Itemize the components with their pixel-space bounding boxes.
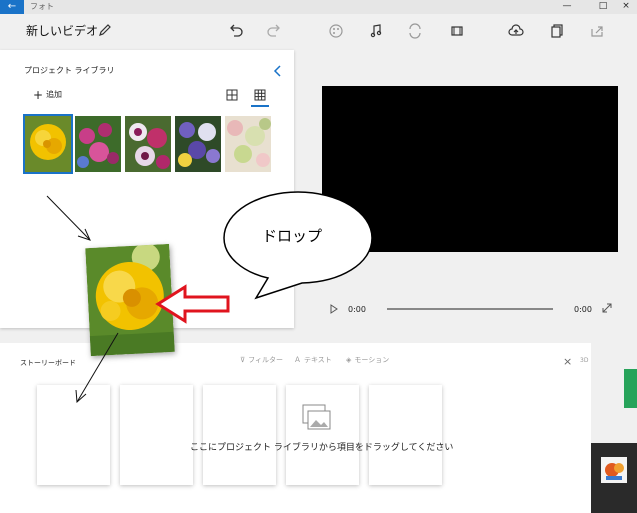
library-thumbnail[interactable] [225, 116, 271, 172]
redo-icon[interactable] [266, 23, 282, 39]
play-icon[interactable] [330, 304, 338, 314]
3d-effects-label[interactable]: 3D [580, 357, 588, 364]
violet-flowers-image [175, 116, 221, 172]
expand-icon[interactable] [602, 303, 612, 313]
sync-icon[interactable] [407, 23, 423, 39]
chevron-left-icon[interactable] [272, 64, 284, 78]
seek-bar[interactable] [387, 308, 553, 310]
library-thumbnail[interactable] [75, 116, 121, 172]
video-title: 新しいビデオ [26, 24, 99, 38]
image-placeholder-icon [302, 404, 331, 430]
back-arrow-icon: ← [7, 1, 17, 12]
yellow-flower-image [85, 243, 175, 357]
text-label: テキスト [304, 356, 332, 364]
text-button[interactable]: Ａ テキスト [294, 355, 332, 365]
photos-app-icon[interactable] [600, 456, 628, 484]
bubble-text: ドロップ [262, 227, 323, 245]
text-icon: Ａ [294, 356, 301, 364]
side-panel-tab[interactable] [624, 369, 637, 408]
plus-icon: + [33, 87, 44, 102]
filter-icon: ⊽ [240, 356, 246, 364]
library-title: プロジェクト ライブラリ [24, 66, 115, 75]
total-time: 0:00 [574, 305, 592, 314]
add-label: 追加 [46, 90, 63, 99]
motion-button[interactable]: ◈ モーション [346, 355, 389, 365]
pencil-icon[interactable] [98, 23, 112, 37]
music-icon[interactable] [368, 23, 384, 39]
export-icon[interactable] [589, 23, 605, 39]
library-thumbnail[interactable] [175, 116, 221, 172]
grid-view-icon[interactable] [253, 88, 267, 102]
library-thumbnail[interactable] [23, 114, 73, 174]
toolbar: 新しいビデオ [0, 14, 637, 48]
maximize-button[interactable]: □ [589, 0, 617, 14]
speech-bubble [223, 191, 373, 300]
filters-label: フィルター [248, 356, 283, 364]
pansies-image [125, 116, 171, 172]
view-selected-indicator [251, 105, 269, 107]
minimize-button[interactable]: — [553, 0, 581, 14]
add-button[interactable]: + 追加 [33, 87, 63, 102]
pink-flowers-image [75, 116, 121, 172]
app-title: フォト [30, 2, 54, 11]
motion-label: モーション [354, 356, 390, 364]
close-button[interactable]: × [615, 0, 637, 14]
motion-icon: ◈ [346, 356, 352, 364]
yellow-flower-image [25, 116, 71, 172]
storyboard-slot[interactable] [37, 385, 110, 485]
storyboard-panel: ストーリーボード ⊽ フィルター Ａ テキスト ◈ モーション × 3D [0, 343, 591, 513]
title-bar: ← フォト — □ × [0, 0, 637, 14]
dragged-image [85, 243, 175, 357]
close-icon[interactable]: × [563, 355, 572, 368]
blossoms-image [225, 116, 271, 172]
palette-icon[interactable] [328, 23, 344, 39]
aspect-ratio-icon[interactable] [449, 23, 465, 39]
filters-button[interactable]: ⊽ フィルター [240, 355, 283, 365]
storyboard-title: ストーリーボード [20, 359, 76, 367]
undo-icon[interactable] [228, 23, 244, 39]
storyboard-slot[interactable] [369, 385, 442, 485]
drag-hint-text: ここにプロジェクト ライブラリから項目をドラッグしてください [190, 443, 454, 453]
library-thumbnail[interactable] [125, 116, 171, 172]
current-time: 0:00 [348, 305, 366, 314]
list-view-icon[interactable] [225, 88, 239, 102]
copy-icon[interactable] [549, 23, 565, 39]
storyboard-slot[interactable] [203, 385, 276, 485]
cloud-upload-icon[interactable] [508, 23, 524, 39]
storyboard-slot[interactable] [120, 385, 193, 485]
storyboard-slot[interactable] [286, 385, 359, 485]
back-button[interactable]: ← [0, 0, 24, 14]
